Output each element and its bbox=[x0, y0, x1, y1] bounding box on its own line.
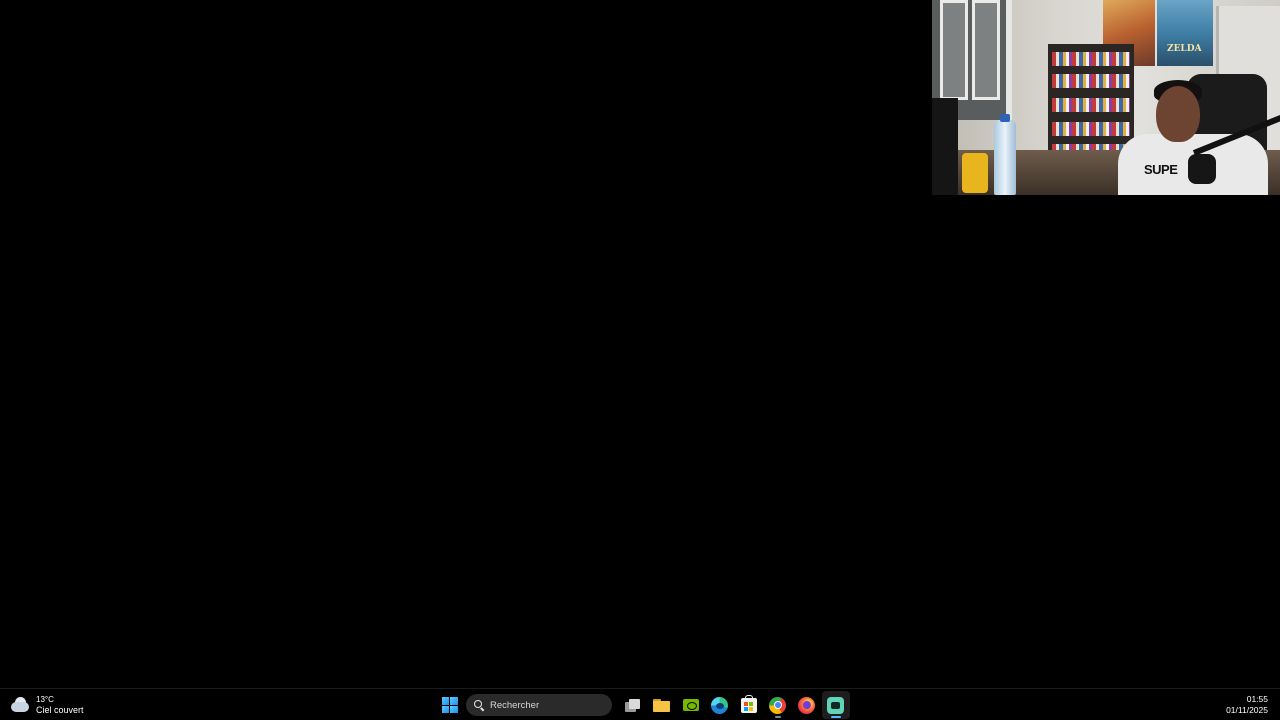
store-button[interactable] bbox=[735, 691, 763, 719]
window-pane bbox=[940, 0, 968, 100]
search-placeholder: Rechercher bbox=[490, 699, 540, 711]
webcam-overlay: ZELDA SUPE bbox=[932, 0, 1280, 195]
firefox-icon bbox=[798, 696, 815, 714]
shelf-row bbox=[1052, 122, 1130, 136]
cloudy-icon bbox=[10, 696, 30, 714]
weather-text: 13°C Ciel couvert bbox=[36, 695, 84, 715]
weather-widget[interactable]: 13°C Ciel couvert bbox=[10, 693, 84, 717]
jar bbox=[962, 153, 988, 193]
window-pane bbox=[972, 0, 1000, 100]
bottle-cap bbox=[1000, 114, 1010, 122]
active-app-button[interactable] bbox=[821, 691, 850, 719]
shelf-row bbox=[1052, 74, 1130, 88]
edge-icon bbox=[711, 696, 728, 714]
shelf-row bbox=[1052, 98, 1130, 112]
windows-start-icon bbox=[441, 697, 458, 713]
shelf-row bbox=[1052, 52, 1130, 66]
search-input[interactable]: Rechercher bbox=[466, 694, 612, 716]
clock-date: 01/11/2025 bbox=[1226, 705, 1268, 715]
app-icon bbox=[827, 696, 844, 714]
active-indicator bbox=[830, 716, 841, 718]
search-icon bbox=[474, 700, 485, 712]
zelda-poster: ZELDA bbox=[1157, 0, 1213, 66]
weather-condition: Ciel couvert bbox=[36, 705, 84, 715]
clock[interactable]: 01:55 01/11/2025 bbox=[1226, 693, 1268, 717]
chrome-icon bbox=[769, 696, 786, 714]
microphone bbox=[1188, 154, 1216, 184]
nvidia-icon bbox=[682, 699, 699, 711]
monitor-edge bbox=[932, 98, 958, 195]
person-head bbox=[1156, 86, 1200, 142]
task-view-button[interactable] bbox=[619, 691, 647, 719]
shirt-print: SUPE bbox=[1144, 162, 1178, 177]
weather-temperature: 13°C bbox=[36, 695, 54, 704]
edge-button[interactable] bbox=[706, 691, 734, 719]
firefox-button[interactable] bbox=[793, 691, 821, 719]
task-view-icon bbox=[625, 698, 640, 712]
poster-text: ZELDA bbox=[1167, 44, 1202, 54]
taskbar-center: Rechercher bbox=[435, 691, 850, 719]
start-button[interactable] bbox=[436, 691, 464, 719]
nvidia-button[interactable] bbox=[677, 691, 705, 719]
store-icon bbox=[740, 694, 757, 713]
water-bottle bbox=[994, 114, 1016, 195]
file-explorer-icon bbox=[653, 698, 670, 712]
taskbar: 13°C Ciel couvert Rechercher 01:55 01/11… bbox=[0, 688, 1280, 720]
file-explorer-button[interactable] bbox=[648, 691, 676, 719]
clock-time: 01:55 bbox=[1246, 694, 1268, 704]
chrome-button[interactable] bbox=[764, 691, 792, 719]
running-indicator bbox=[774, 716, 781, 718]
